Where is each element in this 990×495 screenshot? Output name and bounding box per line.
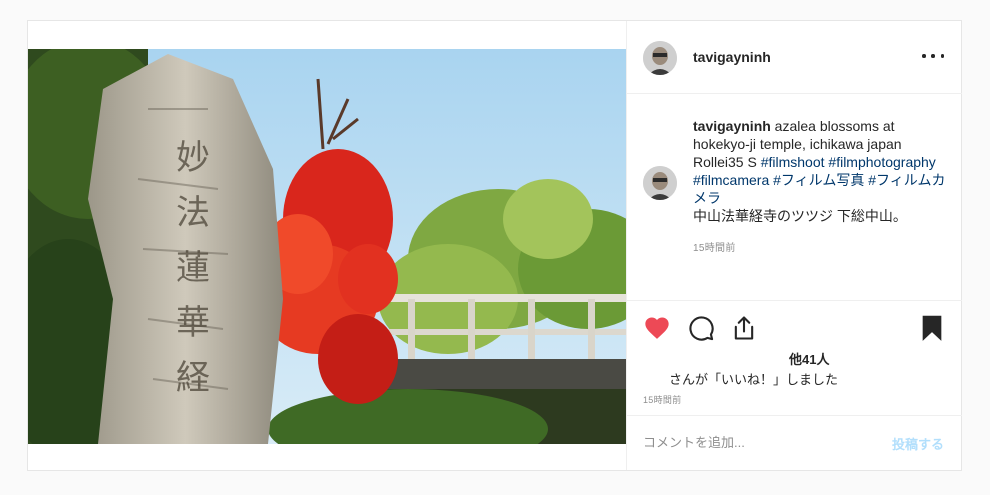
more-dot bbox=[931, 54, 935, 58]
likes-text: さんが「いいね！」しました bbox=[669, 372, 839, 387]
hashtag-link[interactable]: #filmphotography bbox=[828, 154, 935, 170]
hashtag-link[interactable]: #filmcamera bbox=[693, 172, 769, 188]
post-header: tavigayninh bbox=[627, 21, 962, 94]
caption-timestamp: 15時間前 bbox=[693, 243, 736, 254]
more-dot bbox=[940, 54, 944, 58]
bookmark-icon-shape bbox=[922, 315, 942, 341]
comment-icon-shape bbox=[689, 316, 714, 341]
share-icon[interactable] bbox=[730, 314, 758, 342]
caption-section: tavigayninh azalea blossoms at hokekyo-j… bbox=[627, 94, 962, 301]
more-dot bbox=[922, 54, 926, 58]
caption-avatar[interactable] bbox=[643, 166, 677, 200]
likes-count[interactable]: 他41人 bbox=[789, 349, 829, 368]
action-bar: 他41人 さんが「いいね！」しました 15時間前 bbox=[627, 301, 962, 416]
hashtag-link[interactable]: #フィルム写真 bbox=[773, 172, 864, 188]
username-link[interactable]: tavigayninh bbox=[693, 49, 771, 65]
post-timestamp[interactable]: 15時間前 bbox=[643, 393, 682, 406]
post-card: 妙 法 蓮 華 経 tavigayninh tavigayninh azalea… bbox=[27, 20, 962, 471]
caption-username[interactable]: tavigayninh bbox=[693, 118, 771, 134]
caption-japanese: 中山法華経寺のツツジ 下総中山。 bbox=[693, 208, 907, 224]
photo-image: 妙 法 蓮 華 経 bbox=[28, 49, 626, 444]
avatar-image bbox=[643, 166, 677, 200]
comment-icon[interactable] bbox=[687, 314, 715, 342]
caption-text: tavigayninh azalea blossoms at hokekyo-j… bbox=[693, 117, 951, 225]
bookmark-icon[interactable] bbox=[918, 314, 946, 342]
heart-icon[interactable] bbox=[643, 314, 671, 342]
svg-text:蓮: 蓮 bbox=[176, 248, 210, 288]
more-icon[interactable] bbox=[922, 45, 944, 67]
svg-text:華: 華 bbox=[176, 303, 210, 343]
hashtag-link[interactable]: #filmshoot bbox=[761, 154, 825, 170]
share-icon-shape bbox=[734, 316, 754, 340]
svg-text:妙: 妙 bbox=[176, 138, 210, 178]
post-comment-button[interactable]: 投稿する bbox=[892, 434, 944, 453]
avatar[interactable] bbox=[643, 41, 677, 75]
heart-icon-shape bbox=[645, 317, 669, 339]
avatar-image bbox=[643, 41, 677, 75]
comment-form: 投稿する bbox=[627, 416, 962, 470]
post-photo[interactable]: 妙 法 蓮 華 経 bbox=[28, 49, 626, 444]
svg-text:経: 経 bbox=[176, 358, 210, 398]
post-side-panel: tavigayninh tavigayninh azalea blossoms … bbox=[626, 21, 962, 470]
comment-input[interactable] bbox=[643, 432, 873, 452]
svg-text:法: 法 bbox=[176, 193, 210, 233]
